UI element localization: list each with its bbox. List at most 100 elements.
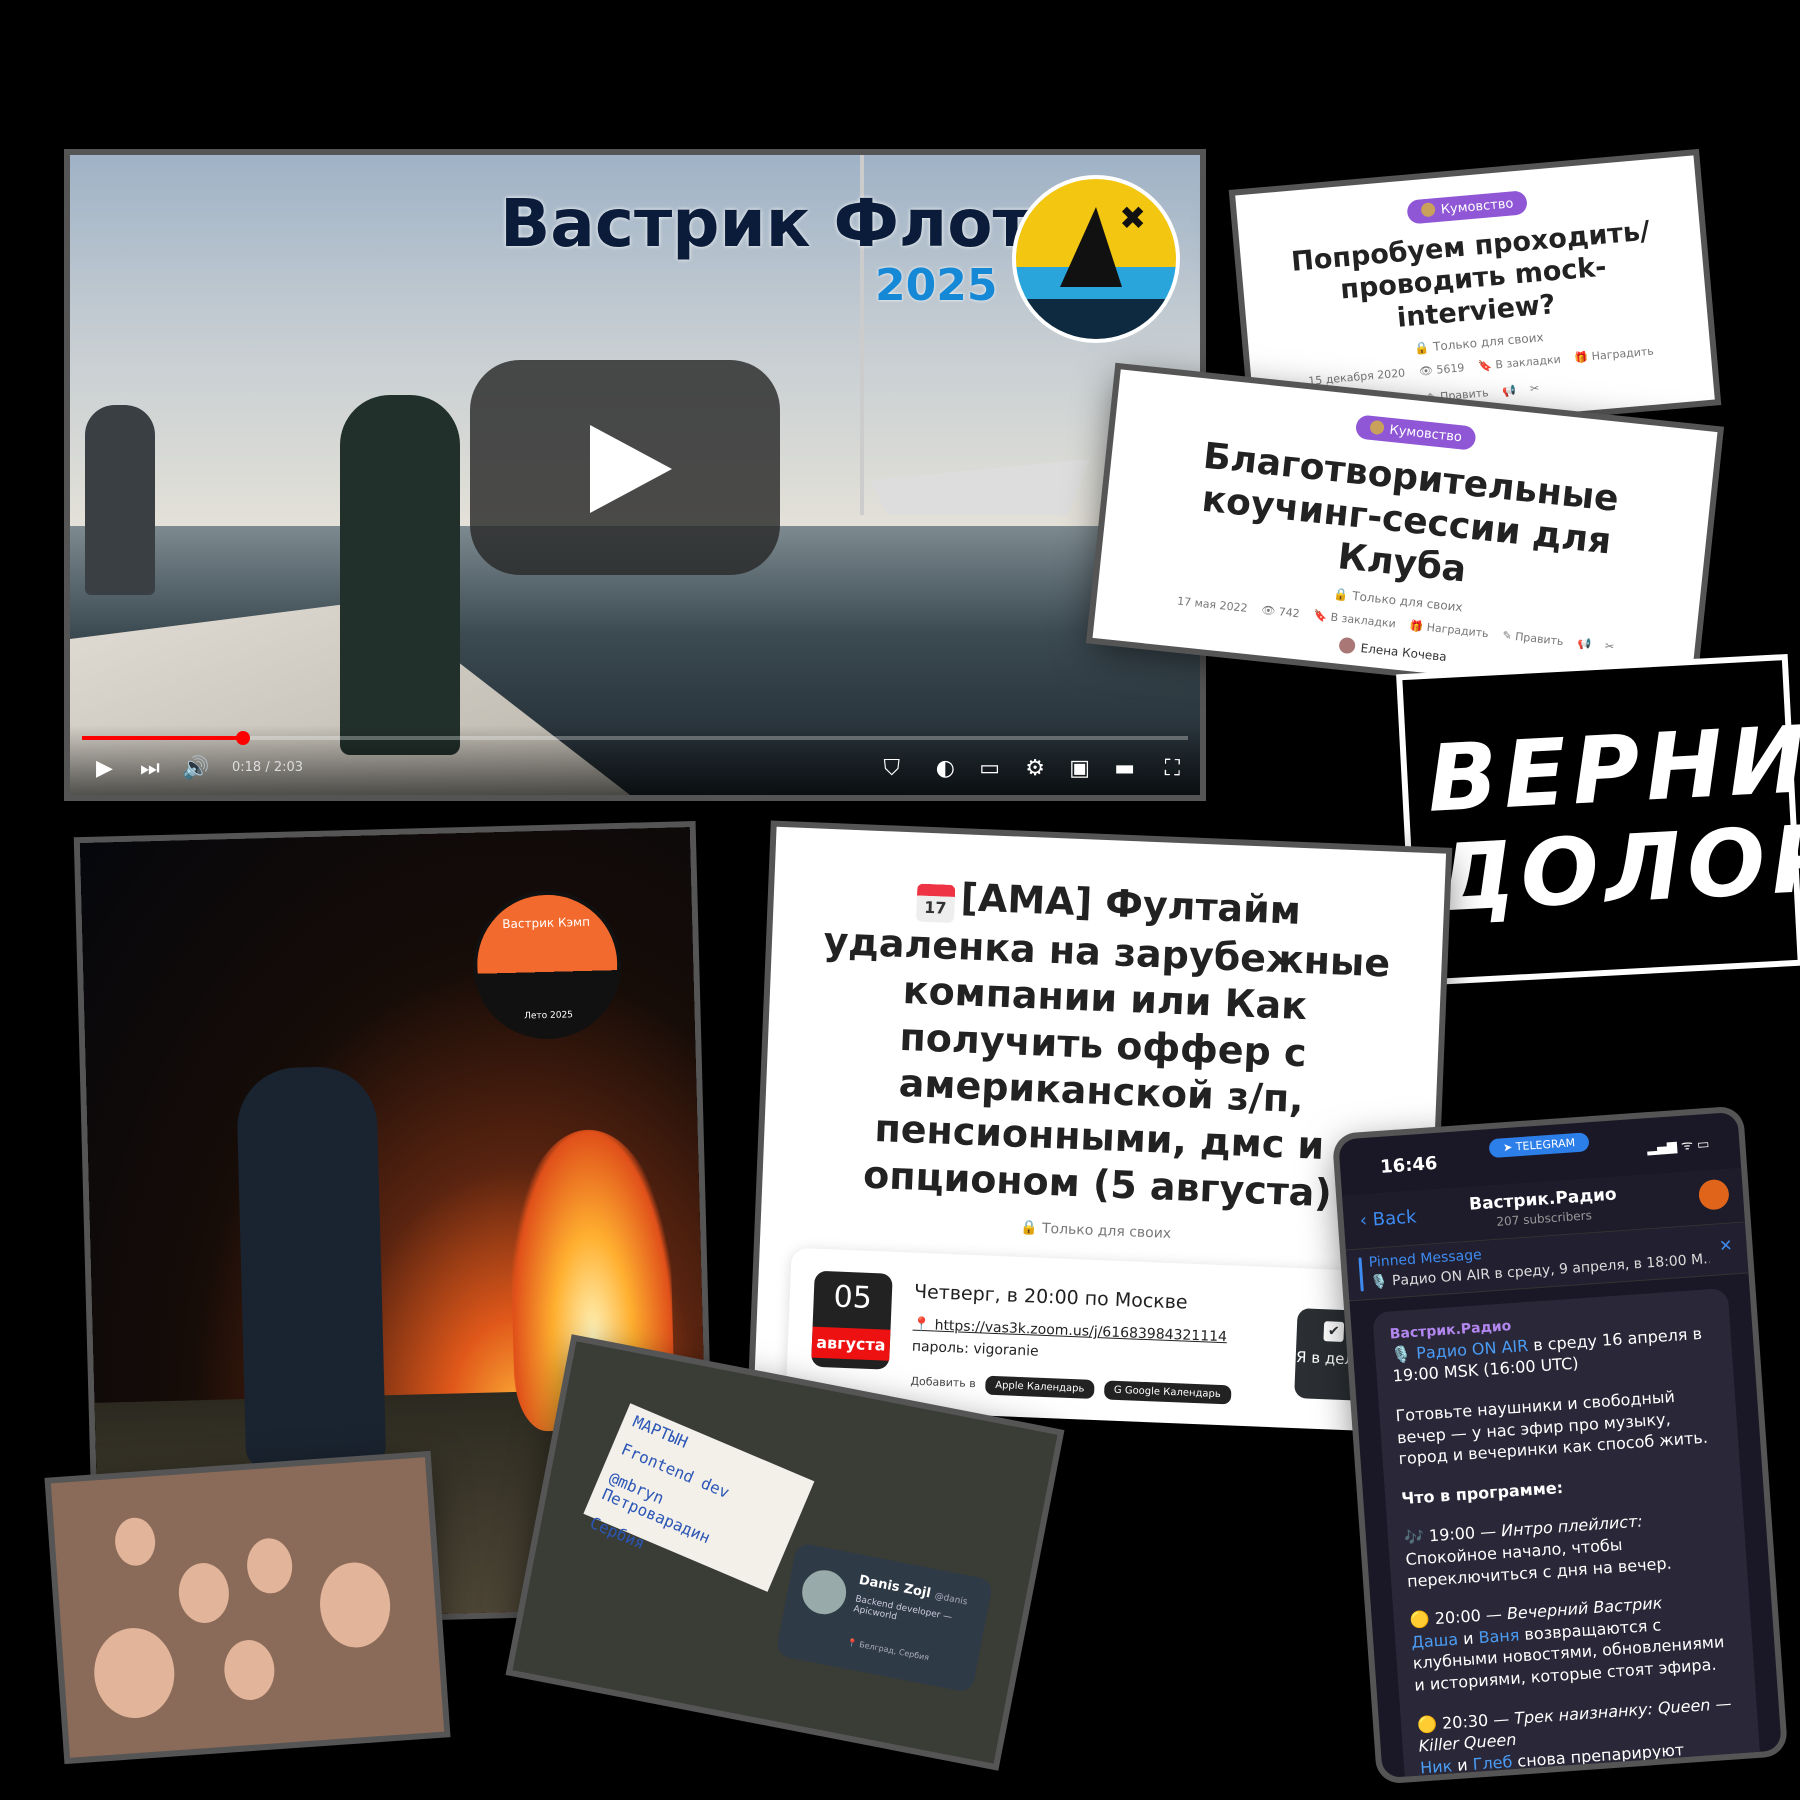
views-count: 👁 5619 [1418, 361, 1465, 379]
host-link[interactable]: Ваня [1478, 1625, 1520, 1647]
telegram-pill-text: TELEGRAM [1515, 1136, 1576, 1154]
reward-button[interactable]: 🎁 Наградить [1409, 619, 1489, 640]
telegram-screen: 16:46 ➤ TELEGRAM ▂▄▆ ᯤ ▭ ‹ Back Вастрик.… [1338, 1111, 1782, 1779]
face [222, 1638, 277, 1702]
camp-season: Лето 2025 [524, 1010, 574, 1022]
edit-label: Править [1514, 629, 1565, 648]
handwritten-badge: МАРТЫН Frontend dev @mbryn Петроварадин … [583, 1403, 815, 1592]
post-date: 17 мая 2022 [1176, 594, 1249, 615]
logo-line-1: ВЕРНИ [1424, 705, 1800, 833]
video-year: 2025 [875, 260, 998, 311]
program-item: 🎶 19:00 — Интро плейлист: Спокойное начал… [1403, 1511, 1673, 1591]
program-item: 🟡 20:30 — Трек наизнанку: Queen — Killer… [1416, 1693, 1733, 1778]
video-person [85, 405, 155, 595]
item-time: 20:00 — [1434, 1604, 1508, 1629]
apple-calendar-button[interactable]: Apple Календарь [984, 1375, 1095, 1399]
event-day: 05 [832, 1279, 873, 1316]
reward-button[interactable]: 🎁 Наградить [1574, 345, 1654, 365]
group-photo [50, 1457, 445, 1758]
host-link[interactable]: Даша [1411, 1629, 1459, 1651]
camp-logo: Вастрик Кэмп Лето 2025 [471, 889, 624, 1041]
apple-calendar-label: Apple Календарь [994, 1380, 1085, 1395]
video-player[interactable]: Вастрик Флот 2025 ✖ ▶ ⏭ 🔊 0:18 / 2:03 ⛉ … [70, 155, 1200, 795]
and-text: и [1451, 1754, 1474, 1776]
settings-icon[interactable]: ⚙ [1025, 756, 1045, 781]
item-text: возвращаются с клубными новостями, обнов… [1412, 1615, 1725, 1695]
restricted-text: Только для своих [1041, 1220, 1172, 1243]
channel-message: Вастрик.Радио 🎙️ Радио ON AIR в среду 16… [1372, 1287, 1760, 1778]
item-time: 20:30 — [1441, 1708, 1515, 1733]
face [245, 1536, 295, 1595]
fullscreen-icon[interactable]: ⛶ [1165, 756, 1180, 781]
cross-icon: ✖ [1119, 199, 1146, 237]
sailboat-icon [1060, 207, 1122, 287]
subtitles-icon[interactable]: ▭ [979, 756, 1000, 781]
face [113, 1516, 157, 1568]
theater-icon[interactable]: ▬ [1114, 756, 1135, 781]
program-label: Что в программе: [1400, 1477, 1564, 1509]
telegram-pill: ➤ TELEGRAM [1488, 1132, 1590, 1159]
google-calendar-button[interactable]: G Google Календарь [1103, 1380, 1232, 1405]
miniplayer-icon[interactable]: ▣ [1069, 756, 1090, 781]
and-text: и [1457, 1628, 1480, 1649]
restricted-text: Только для своих [1351, 588, 1464, 614]
post-date: 15 декабря 2020 [1307, 366, 1406, 388]
bookmark-button[interactable]: 🔖 В закладки [1313, 608, 1397, 630]
reward-label: Наградить [1591, 344, 1655, 364]
volume-icon[interactable]: 🔊 [182, 756, 209, 781]
member-handle: @danis [933, 1591, 969, 1608]
event-month: августа [811, 1326, 891, 1361]
google-calendar-label: Google Календарь [1124, 1385, 1221, 1401]
avatar [798, 1566, 850, 1618]
bookmark-button[interactable]: 🔖 В закладки [1478, 353, 1561, 373]
host-link[interactable]: Ник [1420, 1756, 1453, 1777]
face [317, 1560, 393, 1650]
host-link[interactable]: Глеб [1472, 1752, 1513, 1774]
progress-knob[interactable] [236, 731, 251, 745]
member-card: Danis Zojl @danis Backend developer — Ap… [775, 1542, 994, 1694]
play-icon [590, 425, 672, 513]
autoplay-toggle[interactable]: ◐ [936, 756, 955, 781]
item-time: 19:00 — [1428, 1521, 1502, 1546]
event-title-text: [AMA] Фултайм удаленка на зарубежные ком… [822, 875, 1391, 1216]
event-password: пароль: vigoranie [911, 1338, 1039, 1360]
fleet-logo: ✖ [1012, 175, 1180, 343]
video-person [340, 395, 460, 755]
face [176, 1561, 231, 1625]
edit-button[interactable]: ✎ Править [1502, 628, 1564, 647]
restricted-text: Только для своих [1432, 330, 1545, 354]
next-icon[interactable]: ⏭ [140, 756, 160, 781]
program-item: 🟡 20:00 — Вечерний Вастрик Даша и Ваня во… [1409, 1593, 1725, 1695]
views-value: 742 [1278, 604, 1301, 620]
event-title[interactable]: 17 [AMA] Фултайм удаленка на зарубежные к… [802, 868, 1405, 1219]
play-icon[interactable]: ▶ [96, 756, 113, 781]
face [91, 1625, 178, 1721]
shield-icon[interactable]: ⛉ [883, 756, 900, 781]
play-button[interactable] [470, 360, 780, 575]
signal-icons: ▂▄▆ ᯤ ▭ [1646, 1136, 1710, 1157]
category-badge[interactable]: Кумовство [1354, 414, 1478, 451]
logo-line-2: ДОЛОР [1430, 804, 1800, 933]
tools-icon[interactable]: ✂ [1604, 639, 1615, 653]
member-location-text: Белград, Сербия [858, 1639, 930, 1663]
views-value: 5619 [1435, 361, 1465, 377]
megaphone-icon[interactable]: 📢 [1577, 636, 1592, 650]
progress-fill [82, 736, 244, 740]
member-location: 📍 Белград, Сербия [846, 1637, 930, 1663]
status-time: 16:46 [1379, 1152, 1439, 1178]
video-time: 0:18 / 2:03 [232, 760, 304, 775]
edit-label: Править [1439, 386, 1490, 404]
views-count: 👁 742 [1260, 602, 1301, 620]
camp-name: Вастрик Кэмп [502, 914, 591, 932]
bookmark-label: В закладки [1494, 352, 1562, 372]
tools-icon[interactable]: ✂ [1529, 382, 1539, 396]
video-title: Вастрик Флот [500, 185, 1031, 262]
progress-bar[interactable] [82, 731, 1188, 745]
category-badge[interactable]: Кумовство [1405, 190, 1529, 225]
verni-dolor-logo: ВЕРНИ ДОЛОР [1402, 660, 1800, 980]
person-with-lights [235, 1065, 387, 1469]
megaphone-icon[interactable]: 📢 [1502, 384, 1517, 398]
close-icon[interactable]: ✕ [1718, 1236, 1733, 1256]
bookmark-label: В закладки [1330, 610, 1397, 631]
event-card[interactable]: 17 [AMA] Фултайм удаленка на зарубежные к… [753, 826, 1447, 1432]
